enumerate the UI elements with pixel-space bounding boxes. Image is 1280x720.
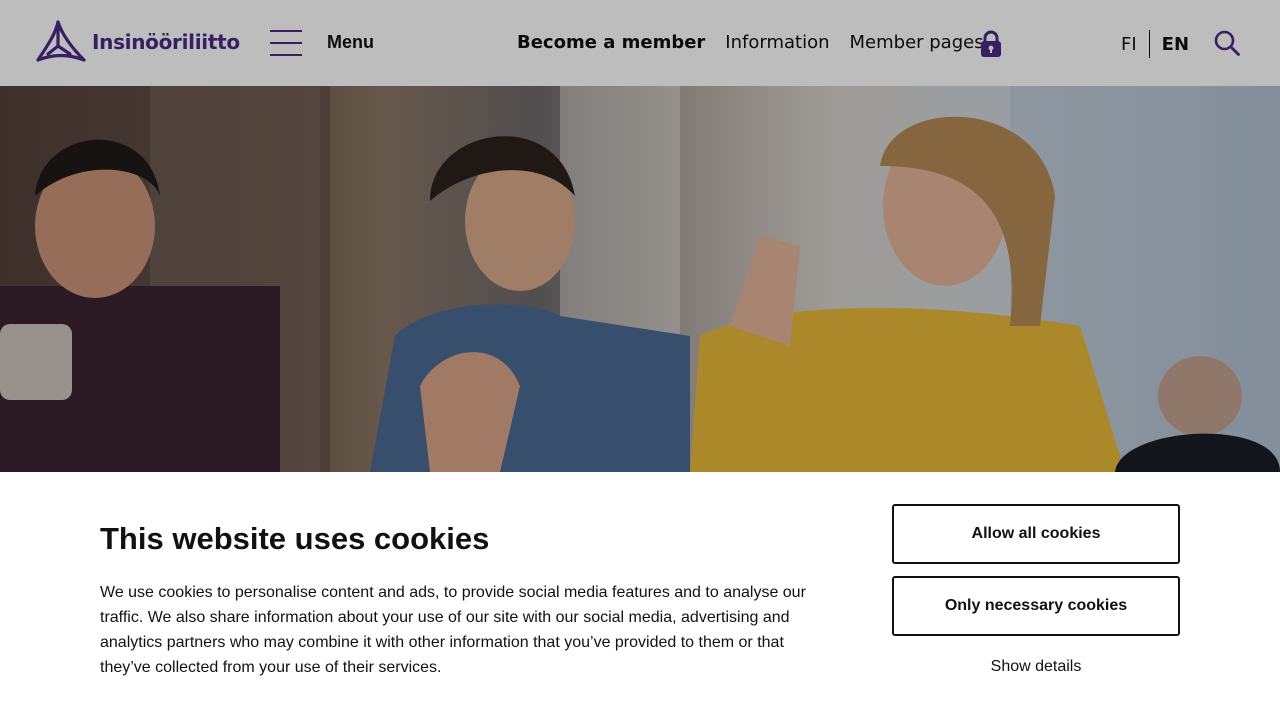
hero-image (0, 86, 1280, 472)
logo-text: Insinööriliitto (92, 30, 240, 54)
main-nav: Become a member Information Member pages (517, 32, 1004, 53)
cookie-description: We use cookies to personalise content an… (100, 584, 806, 676)
only-necessary-cookies-button[interactable]: Only necessary cookies (892, 576, 1180, 636)
cookie-title: This website uses cookies (100, 521, 490, 556)
nav-member-pages[interactable]: Member pages (850, 32, 984, 53)
menu-button[interactable]: Menu (270, 28, 374, 56)
site-logo[interactable]: Insinööriliitto (36, 20, 240, 64)
hero-illustration (0, 86, 1280, 472)
nav-become-member[interactable]: Become a member (517, 32, 705, 53)
cookie-banner: This website uses cookies We use cookies… (0, 472, 1280, 720)
menu-label: Menu (327, 31, 374, 52)
lang-en[interactable]: EN (1150, 34, 1189, 55)
allow-all-cookies-button[interactable]: Allow all cookies (892, 504, 1180, 564)
lang-fi[interactable]: FI (1121, 34, 1149, 55)
language-switcher: FI EN (1121, 30, 1189, 58)
logo-mark-icon (36, 20, 86, 62)
site-header: Insinööriliitto Menu Become a member Inf… (0, 0, 1280, 86)
lock-icon[interactable] (980, 30, 1002, 58)
search-icon[interactable] (1214, 30, 1240, 56)
hamburger-icon (270, 28, 302, 56)
nav-information[interactable]: Information (725, 32, 829, 53)
show-details-link[interactable]: Show details (892, 658, 1180, 676)
